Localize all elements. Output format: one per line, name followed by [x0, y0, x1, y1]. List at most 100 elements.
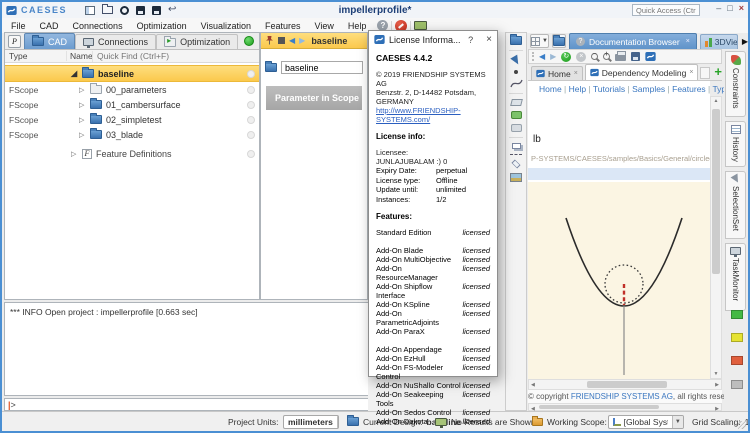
- tree-row[interactable]: FScope 00_parameters: [5, 82, 259, 97]
- scope-name-input[interactable]: [281, 61, 363, 74]
- doc-vertical-scrollbar[interactable]: ▲ ▼: [710, 96, 722, 379]
- plane-tool-icon[interactable]: [511, 159, 521, 169]
- dialog-help-button[interactable]: ?: [468, 35, 473, 45]
- resize-grip[interactable]: [738, 421, 746, 429]
- patch-tool-icon[interactable]: [510, 111, 522, 119]
- parameter-in-scope-header[interactable]: Parameter in Scope: [266, 86, 362, 110]
- column-type[interactable]: Type: [5, 51, 67, 61]
- nav-link[interactable]: Home: [539, 84, 562, 94]
- point-tool-icon[interactable]: [514, 70, 518, 74]
- tree-row[interactable]: FScope 01_cambersurface: [5, 97, 259, 112]
- zoom-in-icon[interactable]: +: [603, 51, 611, 60]
- company-link[interactable]: http://www.FRIENDSHIP-SYSTEMS.com/: [376, 106, 490, 124]
- zoom-out-icon[interactable]: −: [591, 51, 599, 60]
- nav-link[interactable]: Help: [562, 84, 586, 94]
- friendship-systems-link[interactable]: FRIENDSHIP SYSTEMS AG: [571, 392, 673, 401]
- left-panel-tab[interactable]: Optimization: [156, 34, 239, 49]
- nav-link[interactable]: Samples: [625, 84, 665, 94]
- browser-forward-icon[interactable]: ▶: [550, 52, 556, 61]
- image-tool-icon[interactable]: [510, 173, 522, 182]
- doc-tab[interactable]: Home ×: [531, 66, 583, 80]
- scrollbar-thumb[interactable]: [712, 109, 720, 274]
- doc-content[interactable]: lb P-SYSTEMS/CAESES/samples/Basics/Gener…: [528, 96, 710, 379]
- scroll-up-icon[interactable]: ▲: [711, 98, 721, 104]
- dialog-close-icon[interactable]: ×: [486, 34, 492, 45]
- row-indicator-icon[interactable]: [247, 85, 255, 94]
- settings-icon[interactable]: [120, 5, 130, 15]
- doc-tab[interactable]: Dependency Modeling ×: [584, 64, 699, 80]
- tree-row[interactable]: baseline: [5, 65, 259, 82]
- browse-folder-button[interactable]: [551, 34, 566, 48]
- close-icon[interactable]: ×: [686, 38, 690, 45]
- save-icon[interactable]: [136, 5, 146, 15]
- refresh-icon[interactable]: ↻: [561, 51, 572, 62]
- tree-row[interactable]: FScope 02_simpletest: [5, 112, 259, 127]
- stop-icon[interactable]: [278, 37, 285, 44]
- row-indicator-icon[interactable]: [247, 115, 255, 124]
- scrollbar-thumb[interactable]: [539, 405, 659, 409]
- drag-handle[interactable]: [532, 52, 534, 61]
- screen-capture-icon[interactable]: [414, 21, 428, 32]
- expander-icon[interactable]: [79, 116, 88, 124]
- curve-tool-icon[interactable]: [509, 79, 523, 88]
- coordinate-system-select[interactable]: [Global System▼: [608, 412, 684, 431]
- scrollbar-thumb[interactable]: [587, 381, 667, 388]
- print-icon[interactable]: [615, 51, 627, 61]
- menu-item[interactable]: Features: [258, 21, 308, 31]
- scroll-right-icon[interactable]: ▶: [715, 382, 719, 388]
- console-output[interactable]: *** INFO Open project : impellerprofile …: [4, 302, 372, 396]
- pin-icon[interactable]: [265, 35, 274, 46]
- minimize-button[interactable]: –: [716, 3, 721, 13]
- tab-documentation-browser[interactable]: ? Documentation Browser ×: [568, 33, 697, 49]
- left-panel-tab[interactable]: CAD: [24, 33, 76, 49]
- menu-item[interactable]: CAD: [33, 21, 66, 31]
- menu-item[interactable]: View: [308, 21, 341, 31]
- menu-item[interactable]: Optimization: [130, 21, 194, 31]
- maximize-button[interactable]: □: [727, 3, 732, 13]
- close-window-button[interactable]: ×: [739, 3, 744, 13]
- project-units-select[interactable]: millimeters▼: [283, 412, 339, 431]
- tab-constraints[interactable]: Constraints: [725, 51, 746, 117]
- expander-icon[interactable]: [79, 131, 88, 139]
- nav-link[interactable]: Tutorials: [586, 84, 625, 94]
- undo-icon[interactable]: ↩: [168, 5, 176, 15]
- menu-item[interactable]: Visualization: [194, 21, 258, 31]
- solid-tool-icon[interactable]: [510, 124, 522, 132]
- expander-icon[interactable]: [79, 86, 88, 94]
- nav-link[interactable]: Features: [665, 84, 706, 94]
- menu-item[interactable]: Connections: [66, 21, 130, 31]
- close-icon[interactable]: ×: [574, 70, 578, 77]
- column-name[interactable]: Name: [67, 51, 93, 61]
- tree-row[interactable]: Feature Definitions: [5, 146, 259, 161]
- p-button[interactable]: P: [8, 35, 21, 48]
- menu-item[interactable]: Help: [341, 21, 374, 31]
- scroll-down-icon[interactable]: ▼: [711, 371, 721, 377]
- open-project-icon[interactable]: [102, 4, 114, 14]
- dialog-titlebar[interactable]: License Informa... ? ×: [369, 31, 497, 48]
- expander-icon[interactable]: [79, 101, 88, 109]
- save-page-icon[interactable]: [631, 52, 641, 61]
- forward-icon[interactable]: ▶: [299, 36, 305, 45]
- offset-tool-icon[interactable]: [511, 143, 521, 149]
- row-indicator-icon[interactable]: [247, 100, 255, 109]
- row-indicator-icon[interactable]: [247, 69, 255, 78]
- close-icon[interactable]: ×: [689, 69, 693, 76]
- back-icon[interactable]: ◀: [289, 36, 295, 45]
- tab-overflow-icon[interactable]: ▶: [742, 37, 748, 46]
- caeses-home-icon[interactable]: [645, 51, 656, 62]
- row-indicator-icon[interactable]: [247, 130, 255, 139]
- save-as-icon[interactable]: [152, 5, 162, 15]
- expander-icon[interactable]: [71, 150, 80, 158]
- tab-3dview[interactable]: 3DView: [699, 34, 738, 49]
- layout-grid-button[interactable]: ▼: [530, 34, 549, 48]
- panel-horizontal-scrollbar[interactable]: ◀ ▶: [528, 403, 722, 412]
- stop-loading-icon[interactable]: ×: [576, 51, 587, 62]
- left-panel-tab[interactable]: Connections: [75, 34, 157, 49]
- console-input[interactable]: | >: [4, 398, 372, 411]
- quick-access-input[interactable]: [632, 4, 700, 16]
- sample-file-path[interactable]: P-SYSTEMS/CAESES/samples/Basics/General/…: [531, 154, 710, 163]
- scopes-icon[interactable]: [510, 34, 522, 45]
- doc-horizontal-scrollbar[interactable]: ◀ ▶: [528, 379, 722, 390]
- tab-taskmonitor[interactable]: TaskMonitor: [725, 243, 746, 311]
- tab-selectionset[interactable]: SelectionSet: [725, 171, 746, 239]
